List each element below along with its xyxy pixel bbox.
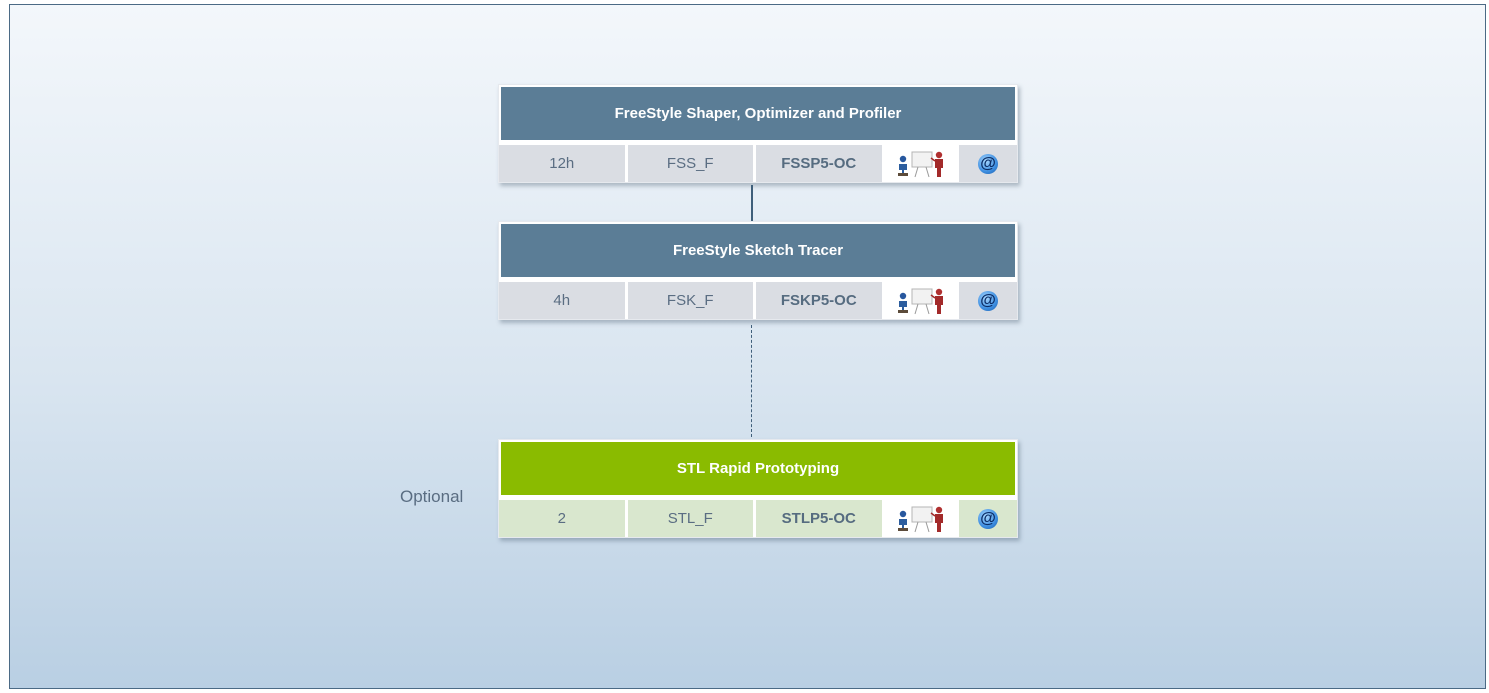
course-title: STL Rapid Prototyping [499,440,1017,497]
course-id: FSSP5-OC [756,145,885,182]
instructor-led-training-icon [884,282,960,319]
course-id: STLP5-OC [756,500,885,537]
e-learning-at-icon: @ [959,500,1017,537]
course-card-fss: FreeStyle Shaper, Optimizer and Profiler… [498,84,1018,183]
course-details-row: 12h FSS_F FSSP5-OC @ [499,142,1017,182]
course-id: FSKP5-OC [756,282,885,319]
at-symbol-icon: @ [978,153,999,174]
at-symbol-icon: @ [978,290,999,311]
at-symbol-icon: @ [978,508,999,529]
instructor-led-training-icon [898,288,944,314]
course-details-row: 4h FSK_F FSKP5-OC @ [499,279,1017,319]
prerequisite-connector-solid [751,185,753,221]
course-card-fsk: FreeStyle Sketch Tracer 4h FSK_F FSKP5-O… [498,221,1018,320]
instructor-led-training-icon [898,506,944,532]
instructor-led-training-icon [884,145,960,182]
course-code: FSK_F [627,282,756,319]
instructor-led-training-icon [898,151,944,177]
course-details-row: 2 STL_F STLP5-OC @ [499,497,1017,537]
course-duration: 2 [499,500,628,537]
course-card-stl: STL Rapid Prototyping 2 STL_F STLP5-OC @ [498,439,1018,538]
course-title: FreeStyle Sketch Tracer [499,222,1017,279]
e-learning-at-icon: @ [959,145,1017,182]
course-duration: 4h [499,282,628,319]
course-code: FSS_F [627,145,756,182]
course-code: STL_F [627,500,756,537]
optional-label: Optional [400,487,464,506]
optional-connector-dashed [751,325,752,437]
course-title: FreeStyle Shaper, Optimizer and Profiler [499,85,1017,142]
course-duration: 12h [499,145,628,182]
instructor-led-training-icon [884,500,960,537]
e-learning-at-icon: @ [959,282,1017,319]
